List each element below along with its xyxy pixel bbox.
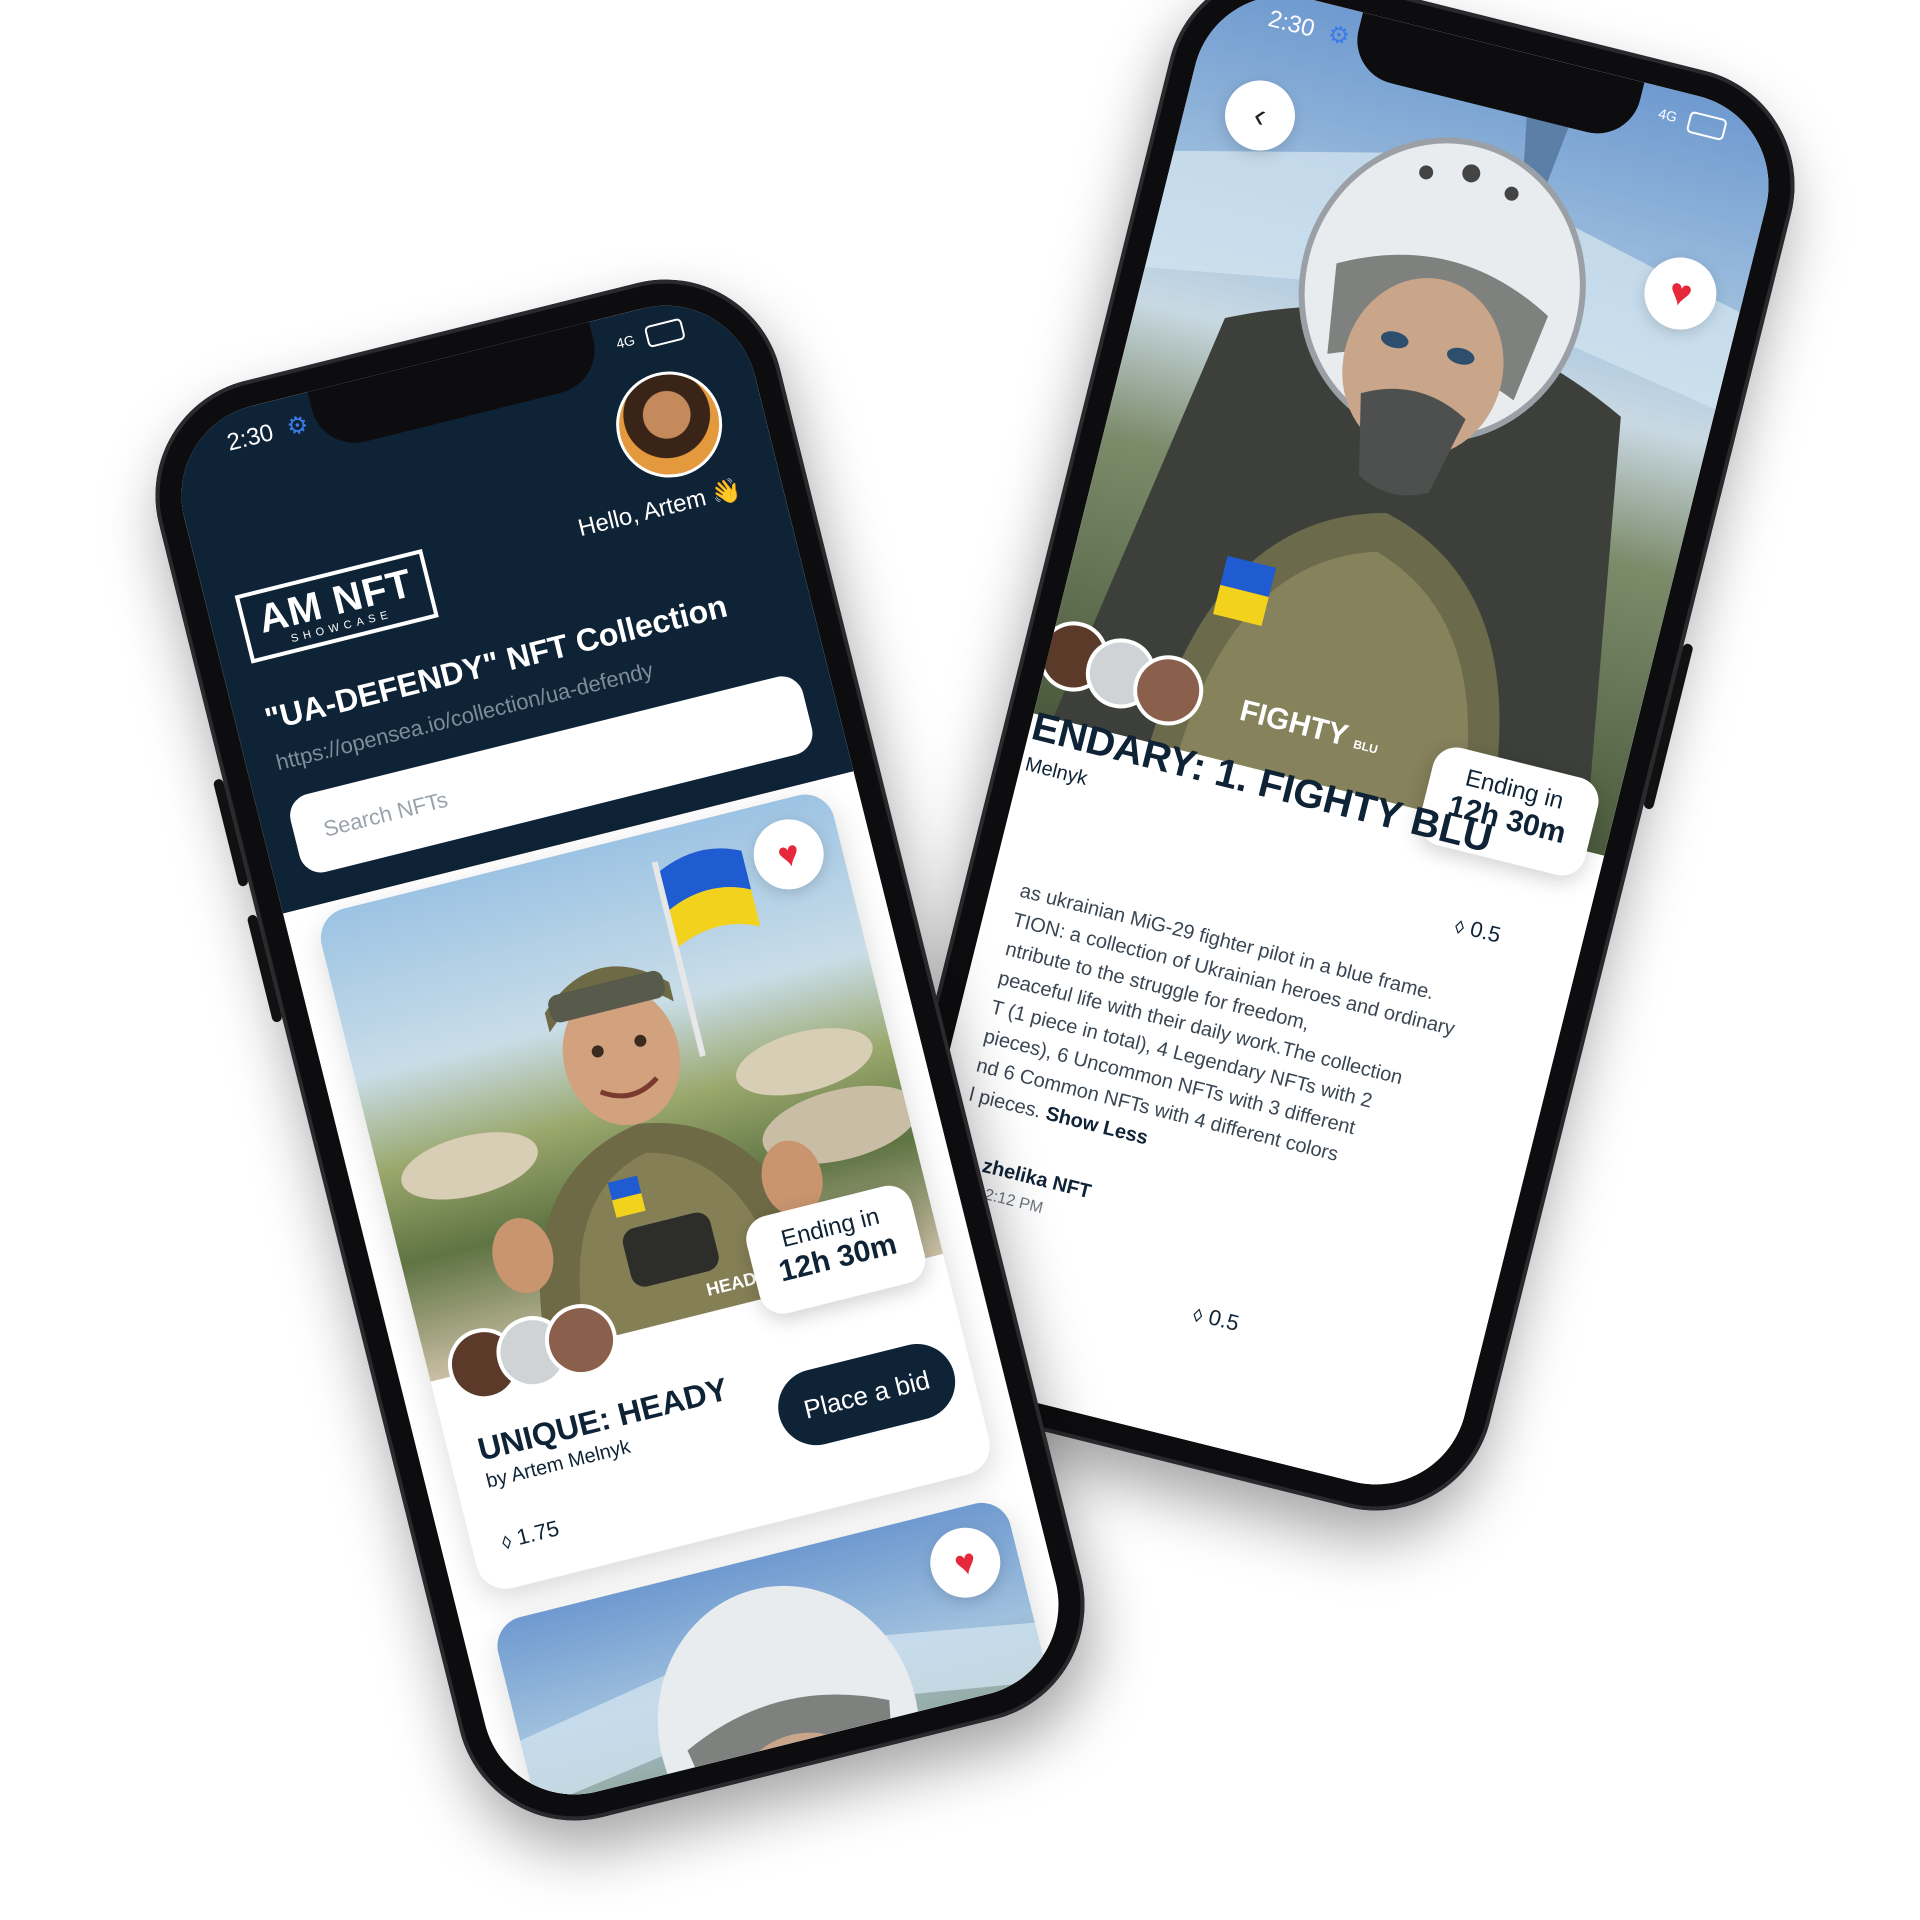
- eth-icon: ⬨: [498, 1527, 515, 1554]
- right-phone-screen: FIGHTY BLU 2:30 ⚙ 4G ‹ ♥ Ending in 12h 3: [872, 0, 1788, 1504]
- bid-price: ⬨ 0.5: [1190, 1300, 1242, 1336]
- battery-icon: [1685, 110, 1728, 142]
- side-button: [212, 778, 250, 888]
- battery-icon: [643, 317, 686, 349]
- gear-icon: ⚙: [283, 410, 312, 442]
- price: ⬨ 1.75: [498, 1515, 562, 1554]
- network-label: 4G: [614, 331, 637, 352]
- heart-icon: ♥: [773, 831, 804, 877]
- side-button: [246, 913, 283, 1024]
- place-bid-button[interactable]: Place a bid: [770, 1335, 964, 1454]
- network-label: 4G: [1656, 105, 1679, 126]
- eth-icon: ⬨: [1452, 912, 1468, 939]
- heart-icon: ♥: [1664, 269, 1697, 317]
- eth-icon: ⬨: [1190, 1300, 1207, 1327]
- left-phone-screen: 2:30 ⚙ 4G Hello, Artem 👋 AM NFT SHOWCASE…: [162, 286, 1078, 1814]
- gear-icon: ⚙: [1325, 20, 1353, 52]
- nft-card[interactable]: HEADY ♥ Ending in 12h 30m UNIQUE: HEADY …: [314, 788, 997, 1596]
- heart-icon: ♥: [949, 1539, 981, 1585]
- price: ⬨ 0.5: [1452, 912, 1504, 948]
- back-chevron-icon: ‹: [1250, 95, 1271, 135]
- search-placeholder: Search NFTs: [320, 786, 451, 842]
